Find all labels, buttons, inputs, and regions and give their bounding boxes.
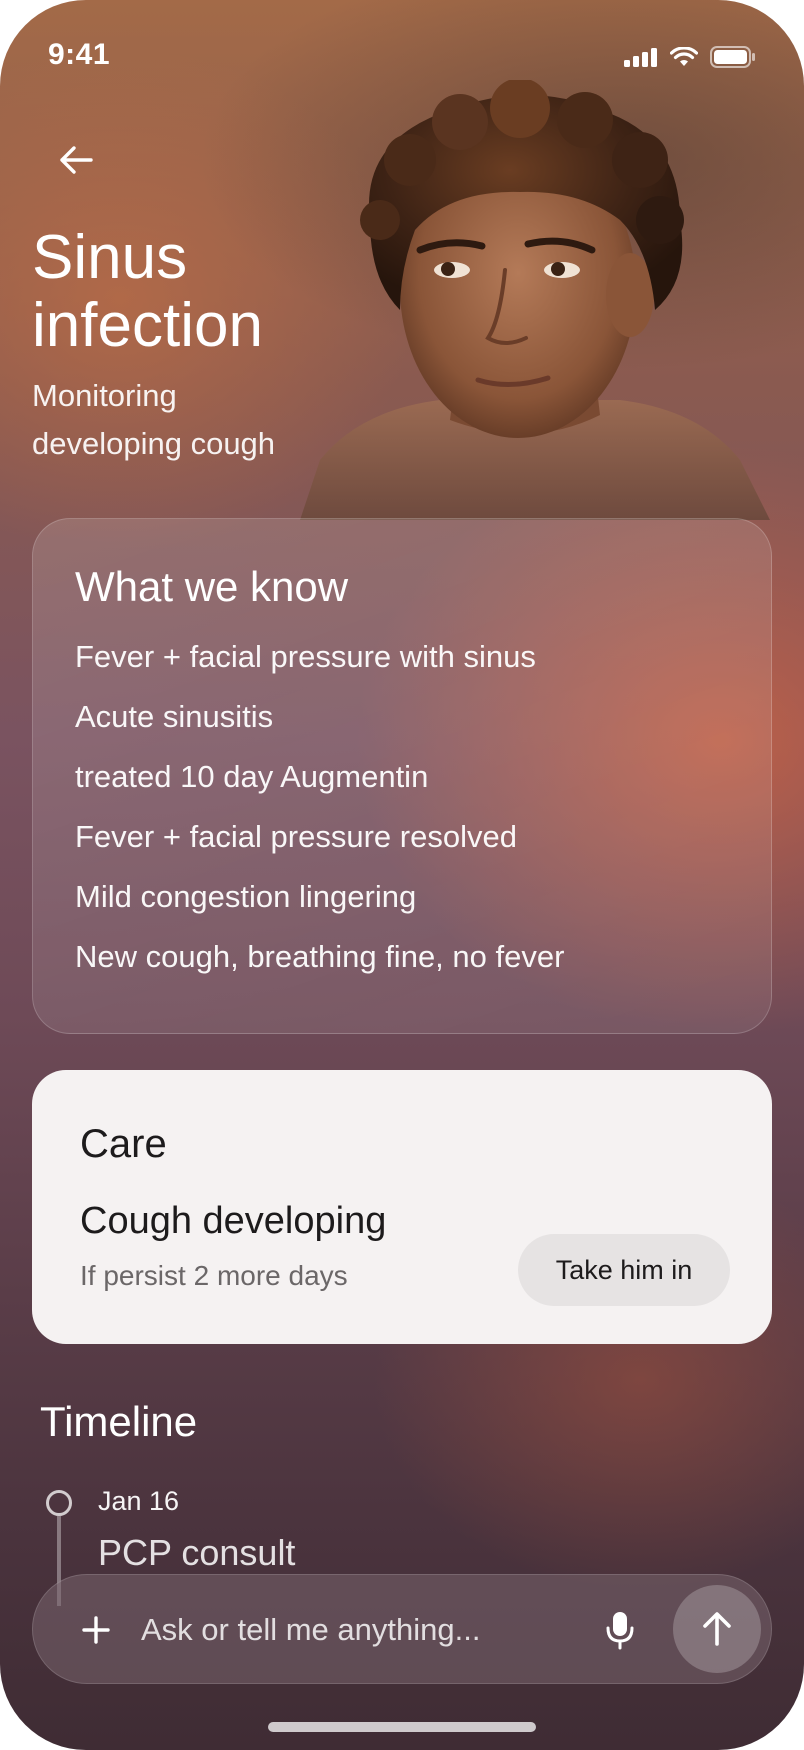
add-attachment-button[interactable] [71, 1605, 121, 1655]
care-title: Care [80, 1122, 167, 1166]
page-subtitle-line2: developing cough [32, 426, 276, 461]
timeline-entry-event[interactable]: PCP consult [98, 1532, 295, 1574]
chat-input[interactable] [141, 1601, 541, 1659]
back-button[interactable] [46, 130, 106, 190]
status-icons [624, 46, 756, 68]
what-we-know-item: New cough, breathing fine, no fever [75, 939, 565, 974]
timeline-dot [46, 1490, 72, 1516]
timeline-entry-date: Jan 16 [98, 1486, 180, 1516]
care-heading: Cough developing [80, 1200, 387, 1242]
what-we-know-item: Mild congestion lingering [75, 879, 417, 914]
what-we-know-title: What we know [75, 563, 349, 610]
chat-composer [32, 1574, 772, 1684]
wifi-icon [670, 47, 698, 66]
what-we-know-item: Fever + facial pressure with sinus [75, 639, 536, 674]
home-indicator [268, 1722, 536, 1732]
arrow-left-icon [60, 146, 93, 174]
take-him-in-button[interactable]: Take him in [518, 1234, 730, 1306]
page-title-line1: Sinus [32, 223, 188, 292]
plus-icon [82, 1616, 110, 1644]
voice-input-button[interactable] [595, 1603, 645, 1657]
patient-portrait [300, 80, 770, 520]
what-we-know-item: Acute sinusitis [75, 699, 274, 734]
arrow-up-icon [703, 1612, 731, 1646]
what-we-know-item: Fever + facial pressure resolved [75, 819, 517, 854]
care-card: Care Cough developing If persist 2 more … [32, 1070, 772, 1344]
status-time: 9:41 [48, 38, 111, 71]
cellular-signal-icon [624, 48, 657, 67]
what-we-know-list: Fever + facial pressure with sinus Acute… [75, 637, 564, 997]
page-subtitle: Monitoring developing cough [32, 372, 332, 468]
what-we-know-card: What we know Fever + facial pressure wit… [32, 518, 772, 1034]
battery-icon [710, 46, 755, 68]
app-screen: 9:41 Sinus infection Monitoring developi… [0, 0, 804, 1750]
page-title: Sinus infection [32, 224, 263, 360]
page-title-line2: infection [32, 291, 263, 360]
timeline-title: Timeline [40, 1398, 198, 1445]
care-subtext: If persist 2 more days [80, 1260, 348, 1291]
microphone-icon [606, 1612, 634, 1650]
what-we-know-item: treated 10 day Augmentin [75, 759, 429, 794]
send-button[interactable] [673, 1585, 761, 1673]
page-subtitle-line1: Monitoring [32, 378, 177, 413]
